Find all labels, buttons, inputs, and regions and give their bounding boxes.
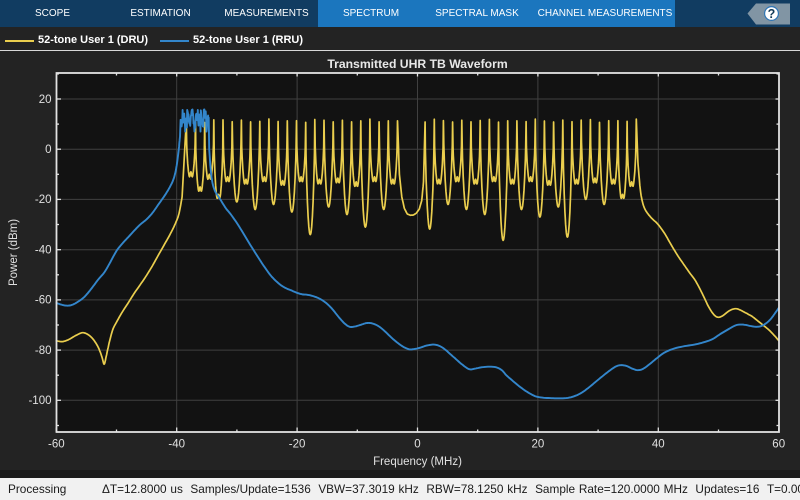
svg-text:-60: -60 <box>48 439 65 451</box>
svg-text:-60: -60 <box>35 295 52 307</box>
svg-text:0: 0 <box>414 439 420 451</box>
svg-text:-40: -40 <box>35 245 52 257</box>
svg-text:40: 40 <box>652 439 665 451</box>
svg-text:-20: -20 <box>35 194 52 206</box>
svg-text:-80: -80 <box>35 345 52 357</box>
svg-text:20: 20 <box>39 94 52 106</box>
svg-text:-20: -20 <box>289 439 306 451</box>
svg-text:0: 0 <box>45 144 51 156</box>
svg-text:20: 20 <box>532 439 545 451</box>
svg-text:Frequency (MHz): Frequency (MHz) <box>373 456 462 468</box>
svg-text:60: 60 <box>772 439 785 451</box>
svg-text:-40: -40 <box>168 439 185 451</box>
svg-text:Power (dBm): Power (dBm) <box>8 219 20 286</box>
svg-text:?: ? <box>768 7 776 21</box>
svg-text:Transmitted UHR TB Waveform: Transmitted UHR TB Waveform <box>327 57 508 71</box>
svg-text:-100: -100 <box>28 395 51 407</box>
